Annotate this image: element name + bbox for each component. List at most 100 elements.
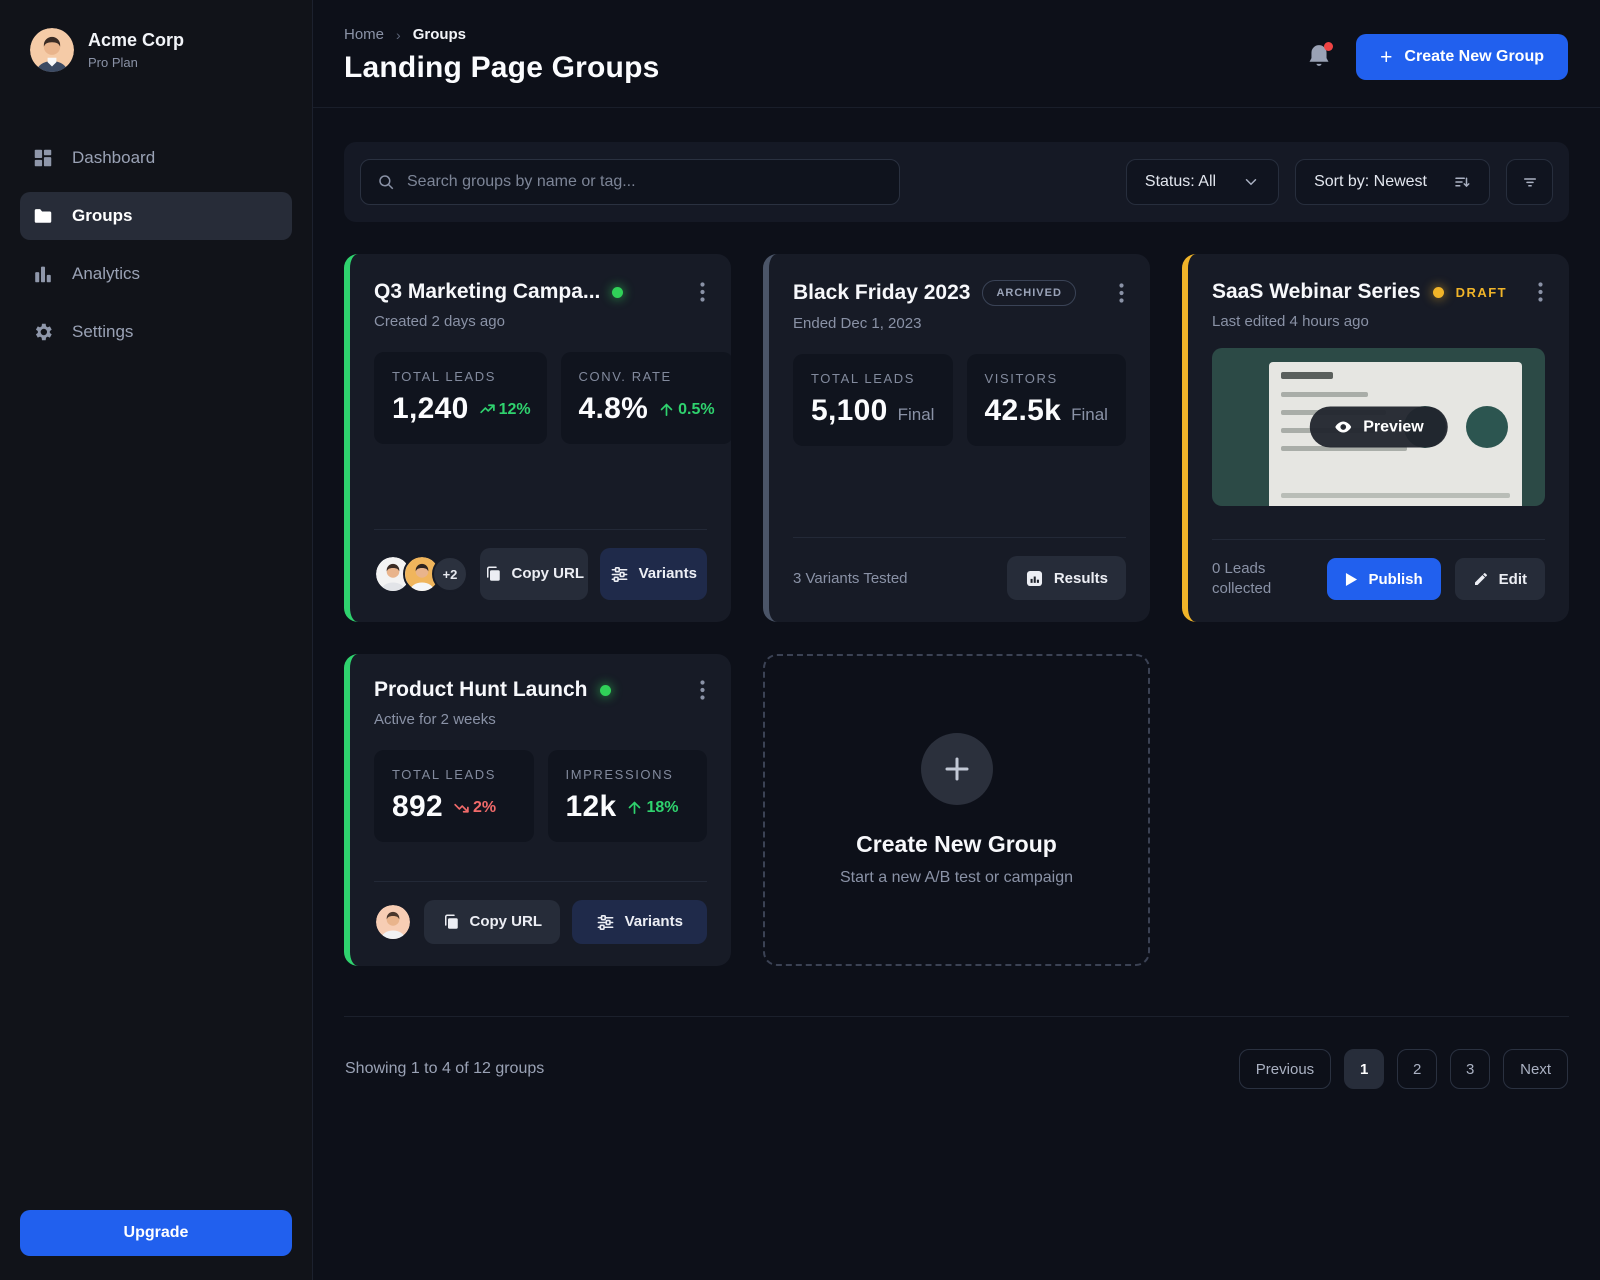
bar-chart-icon xyxy=(32,263,54,285)
filter-toolbar: Status: All Sort by: Newest xyxy=(344,142,1569,222)
plus-icon xyxy=(945,757,968,781)
copy-icon xyxy=(486,566,500,581)
page-button-1[interactable]: 1 xyxy=(1344,1049,1385,1089)
group-subtitle: Last edited 4 hours ago xyxy=(1212,313,1369,330)
group-subtitle: Created 2 days ago xyxy=(374,313,505,330)
trend-down-indicator: 2% xyxy=(453,799,496,817)
sidebar-item-label: Groups xyxy=(72,206,133,225)
play-icon xyxy=(1346,572,1358,586)
group-name: SaaS Webinar Series xyxy=(1212,280,1421,303)
sidebar: Acme Corp Pro Plan Dashboard Groups Anal… xyxy=(0,0,313,1280)
sidebar-item-analytics[interactable]: Analytics xyxy=(20,250,292,298)
group-name: Black Friday 2023 xyxy=(793,281,971,304)
stat-total-leads: TOTAL LEADS 892 2% xyxy=(374,750,534,842)
stat-visitors: VISITORS 42.5k Final xyxy=(966,354,1126,446)
create-card-subtitle: Start a new A/B test or campaign xyxy=(839,869,1073,886)
org-avatar xyxy=(30,28,74,72)
arrow-up-icon xyxy=(660,403,673,417)
leads-collected-note: 0 Leads collected xyxy=(1212,559,1272,597)
plus-circle xyxy=(920,733,993,805)
pagination: Previous 1 2 3 Next xyxy=(1238,1049,1568,1089)
kebab-menu-icon[interactable] xyxy=(1536,280,1545,304)
org-name: Acme Corp xyxy=(88,30,185,50)
trend-up-indicator: 0.5% xyxy=(658,401,715,419)
sliders-icon xyxy=(611,566,627,582)
collaborator-avatars xyxy=(374,903,412,941)
avatar xyxy=(374,903,412,941)
group-card-black-friday: Black Friday 2023 ARCHIVED Ended Dec 1, … xyxy=(763,254,1150,622)
stat-total-leads: TOTAL LEADS 1,240 12% xyxy=(374,352,547,444)
kebab-menu-icon[interactable] xyxy=(698,280,707,304)
main-area: Home › Groups Landing Page Groups + Crea… xyxy=(313,0,1600,1280)
extra-avatars-badge[interactable]: +2 xyxy=(432,556,468,592)
trending-down-icon xyxy=(454,803,469,813)
plus-icon: + xyxy=(1380,45,1393,69)
sliders-icon xyxy=(597,914,613,930)
variants-button[interactable]: Variants xyxy=(571,900,707,944)
kebab-menu-icon[interactable] xyxy=(698,678,707,702)
notification-bell-icon[interactable] xyxy=(1306,42,1334,71)
stat-conv-rate: CONV. RATE 4.8% 0.5% xyxy=(560,352,731,444)
filter-button[interactable] xyxy=(1506,159,1553,205)
active-status-dot xyxy=(612,286,624,298)
groups-grid: Q3 Marketing Campa... Created 2 days ago… xyxy=(344,254,1569,966)
sidebar-item-settings[interactable]: Settings xyxy=(20,308,292,356)
page-header: Home › Groups Landing Page Groups + Crea… xyxy=(313,0,1600,108)
edit-button[interactable]: Edit xyxy=(1454,558,1545,600)
kebab-menu-icon[interactable] xyxy=(1117,281,1126,305)
publish-button[interactable]: Publish xyxy=(1327,558,1441,600)
copy-url-button[interactable]: Copy URL xyxy=(480,548,588,600)
gear-icon xyxy=(32,321,54,343)
breadcrumb: Home › Groups xyxy=(344,26,660,43)
arrow-up-icon xyxy=(629,801,641,815)
breadcrumb-home[interactable]: Home xyxy=(344,26,384,43)
search-input[interactable] xyxy=(407,173,883,191)
create-new-group-button[interactable]: + Create New Group xyxy=(1356,34,1568,80)
draft-status-dot xyxy=(1432,286,1444,298)
archived-badge: ARCHIVED xyxy=(982,280,1076,306)
next-page-button[interactable]: Next xyxy=(1503,1049,1568,1089)
sort-dropdown[interactable]: Sort by: Newest xyxy=(1295,159,1490,205)
create-new-group-card[interactable]: Create New Group Start a new A/B test or… xyxy=(763,654,1150,966)
previous-page-button[interactable]: Previous xyxy=(1238,1049,1332,1089)
group-name: Product Hunt Launch xyxy=(374,678,588,701)
sidebar-item-label: Dashboard xyxy=(72,148,156,167)
chevron-right-icon: › xyxy=(396,26,401,43)
preview-button[interactable]: Preview xyxy=(1309,406,1448,448)
results-chart-icon xyxy=(1026,570,1042,586)
preview-thumbnail: Preview xyxy=(1212,348,1545,506)
breadcrumb-current: Groups xyxy=(412,26,467,43)
variants-tested-note: 3 Variants Tested xyxy=(793,569,908,587)
filter-icon xyxy=(1523,178,1536,187)
page-button-3[interactable]: 3 xyxy=(1450,1049,1491,1089)
results-button[interactable]: Results xyxy=(1006,556,1126,600)
sort-icon xyxy=(1455,177,1470,188)
copy-icon xyxy=(444,914,458,929)
variants-button[interactable]: Variants xyxy=(599,548,707,600)
create-card-title: Create New Group xyxy=(856,831,1057,857)
sidebar-item-groups[interactable]: Groups xyxy=(20,192,292,240)
showing-count: Showing 1 to 4 of 12 groups xyxy=(345,1060,545,1077)
sidebar-item-label: Analytics xyxy=(72,264,141,283)
dashboard-grid-icon xyxy=(32,147,54,169)
group-card-product-hunt: Product Hunt Launch Active for 2 weeks T… xyxy=(344,654,731,966)
stat-impressions: IMPRESSIONS 12k 18% xyxy=(547,750,707,842)
copy-url-button[interactable]: Copy URL xyxy=(424,900,560,944)
draft-badge: DRAFT xyxy=(1455,284,1508,300)
sidebar-item-label: Settings xyxy=(72,322,134,341)
sidebar-item-dashboard[interactable]: Dashboard xyxy=(20,134,292,182)
status-filter-dropdown[interactable]: Status: All xyxy=(1125,159,1280,205)
group-subtitle: Active for 2 weeks xyxy=(374,711,496,728)
upgrade-button[interactable]: Upgrade xyxy=(20,1210,292,1256)
search-box xyxy=(360,159,900,205)
trend-up-indicator: 12% xyxy=(479,401,531,419)
group-card-saas-webinar: SaaS Webinar Series DRAFT Last edited 4 … xyxy=(1182,254,1569,622)
eye-icon xyxy=(1334,421,1351,433)
trending-up-icon xyxy=(479,404,495,414)
search-icon xyxy=(379,175,394,190)
page-button-2[interactable]: 2 xyxy=(1397,1049,1438,1089)
active-status-dot xyxy=(599,684,611,696)
stat-total-leads: TOTAL LEADS 5,100 Final xyxy=(793,354,953,446)
org-profile[interactable]: Acme Corp Pro Plan xyxy=(20,28,292,72)
